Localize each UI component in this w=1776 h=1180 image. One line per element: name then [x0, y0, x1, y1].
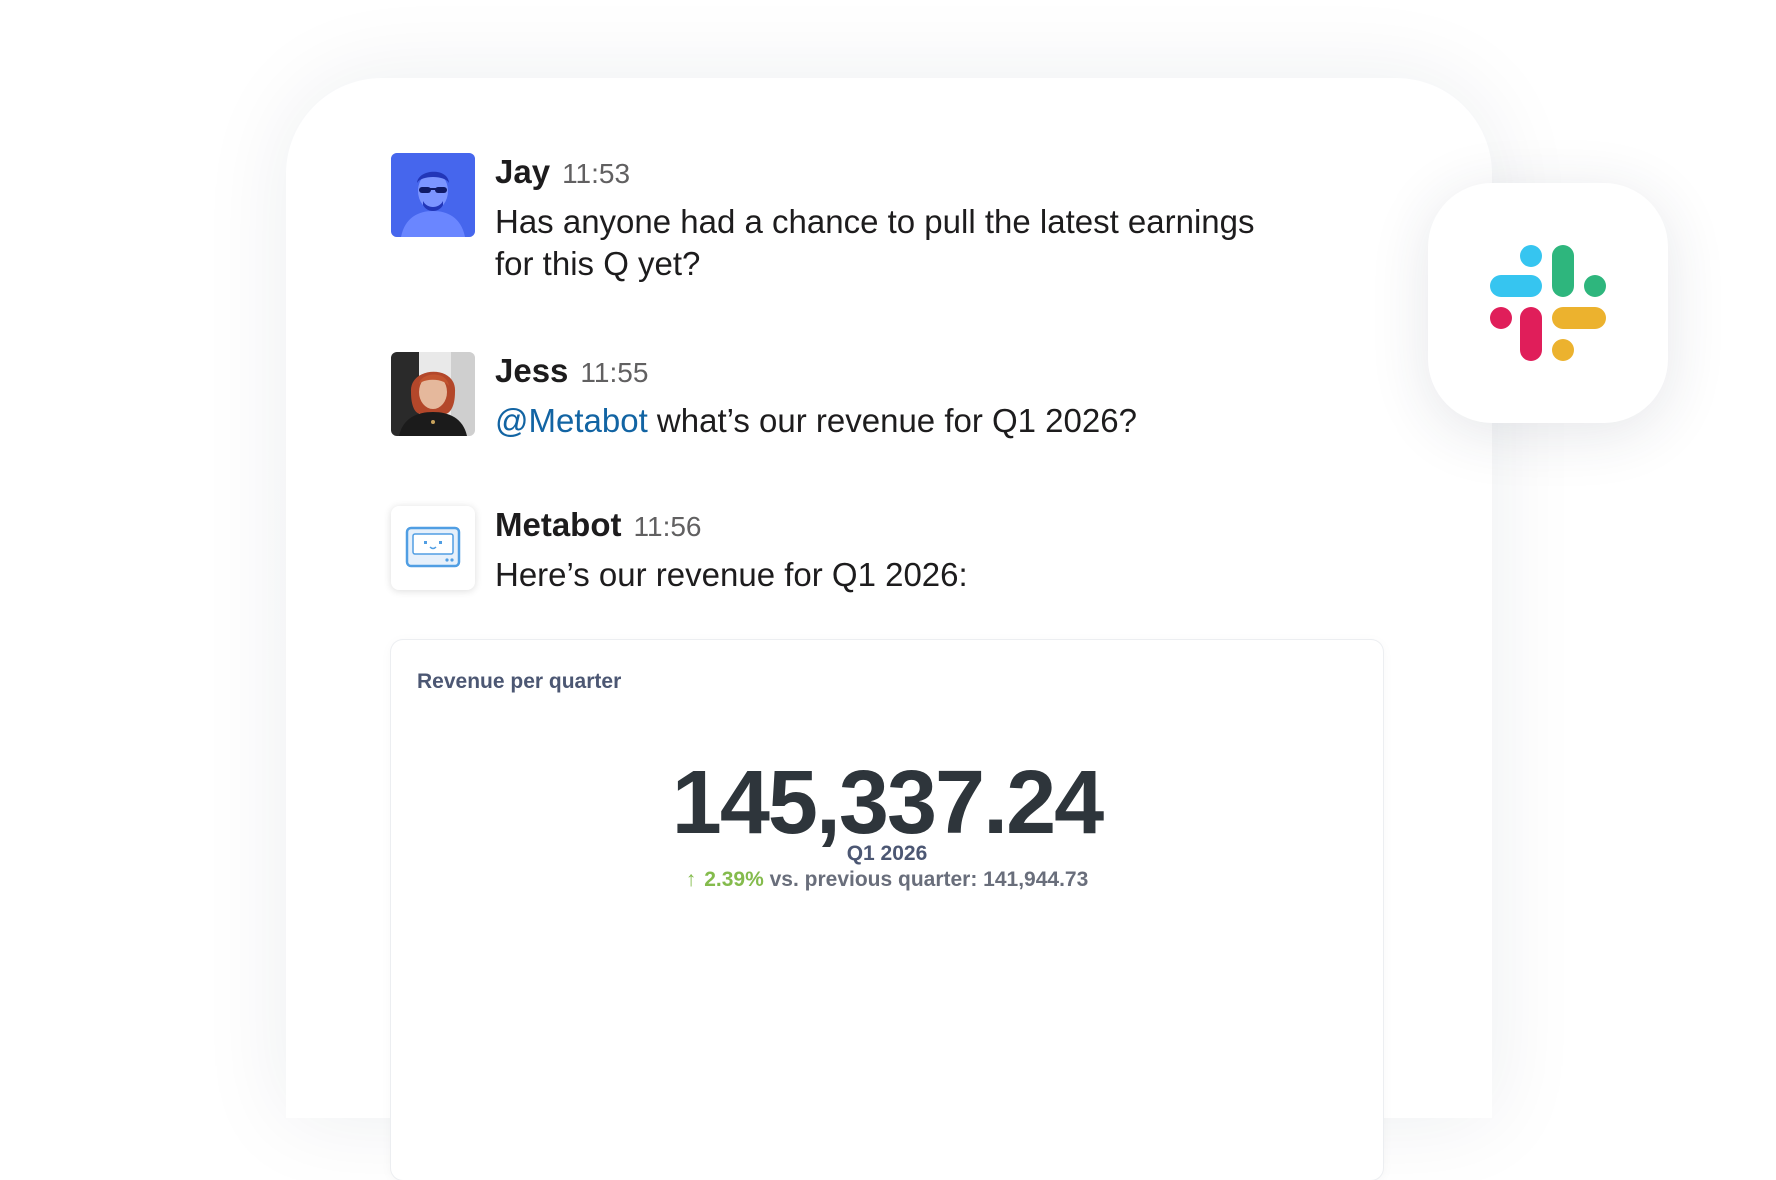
message-time[interactable]: 11:56: [634, 511, 702, 543]
message-time[interactable]: 11:53: [562, 158, 630, 190]
slack-logo-icon: [1490, 245, 1606, 361]
metric-value: 145,337.24: [671, 753, 1104, 853]
message-time[interactable]: 11:55: [580, 357, 648, 389]
message-text-rest: what’s our revenue for Q1 2026?: [647, 402, 1137, 439]
card-title: Revenue per quarter: [417, 670, 622, 693]
sender-name[interactable]: Jess: [495, 352, 568, 390]
change-percent: 2.39%: [704, 868, 764, 891]
comparison-text: vs. previous quarter: 141,944.73: [769, 868, 1089, 891]
chat-panel: Jay 11:53 Has anyone had a chance to pul…: [286, 78, 1492, 1180]
metric-comparison: ↑ 2.39% vs. previous quarter: 141,944.73: [391, 868, 1383, 892]
revenue-card[interactable]: Revenue per quarter: [391, 640, 1383, 1180]
slack-app-tile[interactable]: [1428, 183, 1668, 423]
sender-name[interactable]: Metabot: [495, 506, 622, 544]
sender-name[interactable]: Jay: [495, 153, 550, 191]
metabot-mention[interactable]: @Metabot: [495, 402, 648, 439]
arrow-up-icon: ↑: [685, 868, 697, 891]
message-text: @Metabot what’s our revenue for Q1 2026?: [495, 400, 1275, 442]
message-text: Has anyone had a chance to pull the late…: [495, 203, 1255, 282]
metabot-icon[interactable]: [391, 506, 475, 590]
jess-avatar[interactable]: [391, 352, 475, 436]
jay-avatar[interactable]: [391, 153, 475, 237]
message-text: Here’s our revenue for Q1 2026:: [495, 556, 968, 593]
metric-period: Q1 2026: [846, 842, 928, 865]
